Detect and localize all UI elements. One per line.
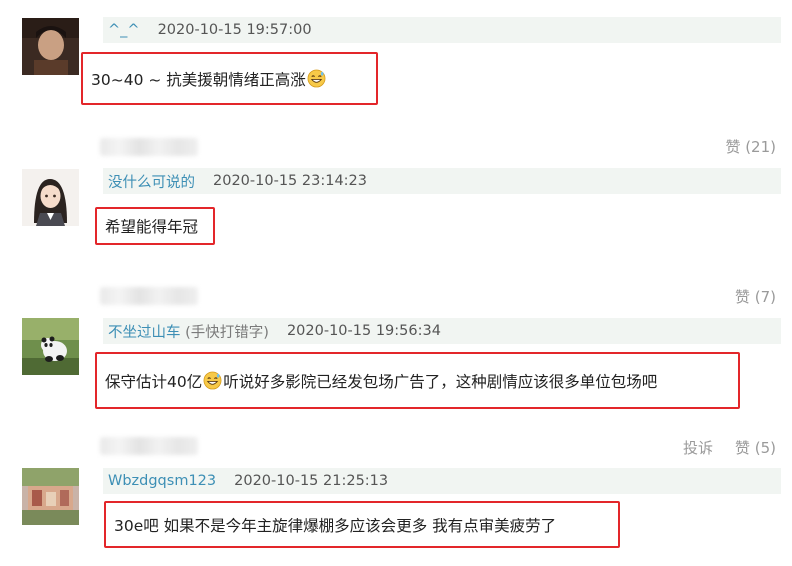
like-button[interactable]: 赞 (21)	[725, 136, 776, 157]
comment-footer: 赞 (7)	[0, 282, 792, 312]
comment-header: ^_^ 2020-10-15 19:57:00	[103, 17, 781, 43]
blurred-username	[100, 138, 198, 156]
report-button[interactable]: 投诉	[683, 437, 713, 458]
comment-content: 30e吧 如果不是今年主旋律爆棚多应该会更多 我有点审美疲劳了	[104, 501, 620, 548]
like-button[interactable]: 赞 (7)	[735, 286, 776, 307]
comment-timestamp: 2020-10-15 21:25:13	[234, 473, 389, 489]
comment-footer: 投诉 赞 (5)	[0, 433, 792, 463]
username-link[interactable]: 没什么可说的	[108, 171, 195, 192]
avatar[interactable]	[22, 18, 79, 75]
avatar[interactable]	[22, 318, 79, 375]
comment-content: 保守估计40亿 听说好多影院已经发包场广告了，这种剧情应该很多单位包场吧	[95, 352, 740, 409]
comment-timestamp: 2020-10-15 19:57:00	[157, 22, 312, 38]
username-link[interactable]: 不坐过山车 (手快打错字)	[108, 321, 269, 342]
comment-content: 30~40 ~ 抗美援朝情绪正高涨	[81, 52, 378, 105]
avatar[interactable]	[22, 169, 79, 226]
comment-header: 没什么可说的 2020-10-15 23:14:23	[103, 168, 781, 194]
avatar[interactable]	[22, 468, 79, 525]
comment-header: 不坐过山车 (手快打错字) 2020-10-15 19:56:34	[103, 318, 781, 344]
blurred-username	[100, 437, 198, 455]
comment-footer: 赞 (21)	[0, 132, 792, 162]
comment-header: Wbzdgqsm123 2020-10-15 21:25:13	[103, 468, 781, 494]
comment-timestamp: 2020-10-15 19:56:34	[286, 323, 441, 339]
username-link[interactable]: ^_^	[108, 22, 140, 38]
grinning-sweat-emoji-icon	[203, 371, 222, 390]
grinning-sweat-emoji-icon	[307, 69, 326, 88]
comment-timestamp: 2020-10-15 23:14:23	[213, 173, 367, 189]
username-link[interactable]: Wbzdgqsm123	[108, 473, 216, 489]
comment-content: 希望能得年冠	[95, 207, 215, 245]
like-button[interactable]: 赞 (5)	[735, 437, 776, 458]
blurred-username	[100, 287, 198, 305]
